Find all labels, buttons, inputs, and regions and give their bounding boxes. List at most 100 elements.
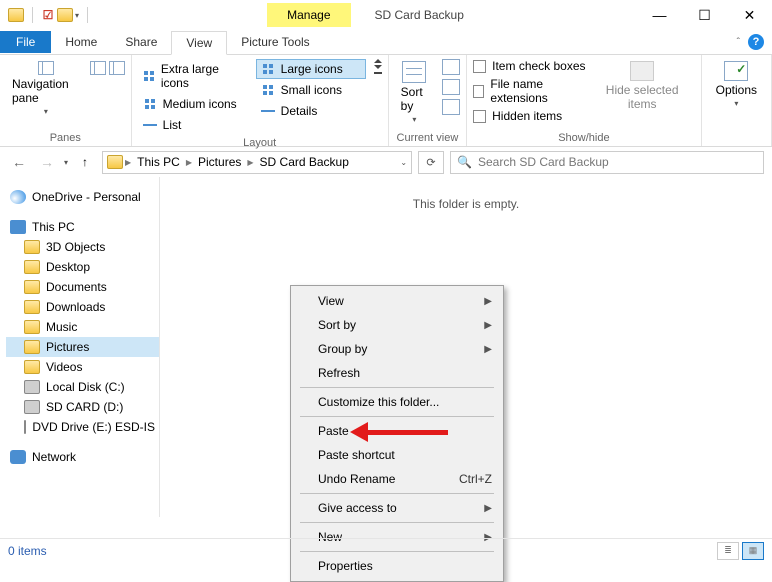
manage-tab[interactable]: Manage xyxy=(267,3,350,27)
folder-icon xyxy=(24,340,40,354)
group-label: Panes xyxy=(6,130,125,144)
hidden-items[interactable]: Hidden items xyxy=(473,109,586,123)
tab-share[interactable]: Share xyxy=(111,31,171,53)
crumb-this-pc[interactable]: This PC xyxy=(133,153,184,171)
submenu-arrow-icon: ▶ xyxy=(484,320,492,331)
ctx-refresh[interactable]: Refresh xyxy=(294,361,500,385)
refresh-button[interactable]: ⟳ xyxy=(418,151,444,174)
network-icon xyxy=(10,450,26,464)
sort-by-label: Sort by xyxy=(401,85,428,113)
crumb-current[interactable]: SD Card Backup xyxy=(256,153,353,171)
layout-small[interactable]: Small icons xyxy=(256,80,366,100)
group-options: ✓ Options ▾ xyxy=(702,55,772,146)
collapse-ribbon-icon[interactable]: ˆ xyxy=(737,37,740,48)
group-by-icon[interactable] xyxy=(442,59,460,75)
ctx-paste-shortcut[interactable]: Paste shortcut xyxy=(294,443,500,467)
ctx-customize[interactable]: Customize this folder... xyxy=(294,390,500,414)
tab-home[interactable]: Home xyxy=(51,31,111,53)
submenu-arrow-icon: ▶ xyxy=(484,296,492,307)
tree-sd-card[interactable]: SD CARD (D:) xyxy=(6,397,159,417)
help-icon[interactable]: ? xyxy=(748,34,764,50)
ctx-sort[interactable]: Sort by▶ xyxy=(294,313,500,337)
ctx-view[interactable]: View▶ xyxy=(294,289,500,313)
options-button[interactable]: ✓ Options ▾ xyxy=(708,59,765,110)
checkbox-icon xyxy=(473,60,486,73)
file-name-extensions[interactable]: File name extensions xyxy=(473,77,586,105)
tree-onedrive[interactable]: OneDrive - Personal xyxy=(6,187,159,207)
nav-tree[interactable]: OneDrive - Personal This PC 3D Objects D… xyxy=(0,177,160,517)
group-panes: Navigation pane ▾ Panes xyxy=(0,55,132,146)
drive-icon xyxy=(24,400,40,414)
ctx-paste[interactable]: Paste xyxy=(294,419,500,443)
maximize-button[interactable]: ☐ xyxy=(682,0,727,30)
minimize-button[interactable]: — xyxy=(637,0,682,30)
chevron-right-icon[interactable]: ▶ xyxy=(125,158,131,167)
tab-picture-tools[interactable]: Picture Tools xyxy=(227,31,323,53)
breadcrumb-box[interactable]: ▶ This PC ▶ Pictures ▶ SD Card Backup ⌄ xyxy=(102,151,412,174)
shortcut-text: Ctrl+Z xyxy=(459,472,492,486)
back-button[interactable]: ← xyxy=(8,151,30,173)
sort-icon xyxy=(402,61,426,83)
up-button[interactable]: ↑ xyxy=(74,151,96,173)
folder-icon xyxy=(107,155,123,169)
tree-network[interactable]: Network xyxy=(6,447,159,467)
tree-3d-objects[interactable]: 3D Objects xyxy=(6,237,159,257)
tree-music[interactable]: Music xyxy=(6,317,159,337)
preview-pane-icon[interactable] xyxy=(90,61,106,75)
crumb-pictures[interactable]: Pictures xyxy=(194,153,245,171)
tab-file[interactable]: File xyxy=(0,31,51,53)
tree-local-disk[interactable]: Local Disk (C:) xyxy=(6,377,159,397)
icons-view-toggle[interactable]: ▦ xyxy=(742,542,764,560)
layout-extra-large[interactable]: Extra large icons xyxy=(138,59,248,93)
chevron-right-icon[interactable]: ▶ xyxy=(247,158,253,167)
tree-this-pc[interactable]: This PC xyxy=(6,217,159,237)
add-columns-icon[interactable] xyxy=(442,79,460,95)
checkbox-icon xyxy=(473,110,486,123)
sort-by-button[interactable]: Sort by ▾ xyxy=(395,59,434,126)
breadcrumb-dropdown-icon[interactable]: ⌄ xyxy=(400,158,407,167)
layout-large[interactable]: Large icons xyxy=(256,59,366,79)
submenu-arrow-icon: ▶ xyxy=(484,344,492,355)
tree-pictures[interactable]: Pictures xyxy=(6,337,159,357)
layout-details[interactable]: Details xyxy=(256,101,366,121)
details-view-toggle[interactable]: ≣ xyxy=(717,542,739,560)
tabs-row: File Home Share View Picture Tools ˆ ? xyxy=(0,30,772,55)
group-label: Layout xyxy=(138,135,382,149)
chevron-right-icon[interactable]: ▶ xyxy=(186,158,192,167)
ctx-undo[interactable]: Undo RenameCtrl+Z xyxy=(294,467,500,491)
ribbon: Navigation pane ▾ Panes Extra large icon… xyxy=(0,55,772,147)
item-check-boxes[interactable]: Item check boxes xyxy=(473,59,586,73)
tab-view[interactable]: View xyxy=(171,31,227,55)
forward-button[interactable]: → xyxy=(36,151,58,173)
separator xyxy=(300,387,494,388)
qat-properties-icon[interactable]: ☑ xyxy=(41,8,55,22)
layout-medium[interactable]: Medium icons xyxy=(138,94,248,114)
checkbox-icon xyxy=(473,85,484,98)
ctx-give-access[interactable]: Give access to▶ xyxy=(294,496,500,520)
group-layout: Extra large icons Medium icons List Larg… xyxy=(132,55,389,146)
hide-icon xyxy=(630,61,654,81)
title-bar: ☑ ▾ Manage SD Card Backup — ☐ ✕ xyxy=(0,0,772,30)
tree-dvd-drive[interactable]: DVD Drive (E:) ESD-IS xyxy=(6,417,159,437)
layout-scroll[interactable] xyxy=(374,59,382,74)
qat-dropdown-icon[interactable]: ▾ xyxy=(75,11,79,20)
layout-list[interactable]: List xyxy=(138,115,248,135)
close-button[interactable]: ✕ xyxy=(727,0,772,30)
address-bar: ← → ▾ ↑ ▶ This PC ▶ Pictures ▶ SD Card B… xyxy=(0,147,772,177)
group-current-view: Sort by ▾ Current view xyxy=(389,55,467,146)
tree-videos[interactable]: Videos xyxy=(6,357,159,377)
tree-documents[interactable]: Documents xyxy=(6,277,159,297)
options-icon: ✓ xyxy=(724,61,748,81)
search-box[interactable]: 🔍 Search SD Card Backup xyxy=(450,151,764,174)
size-columns-icon[interactable] xyxy=(442,99,460,115)
qat-new-folder-icon[interactable] xyxy=(57,8,73,22)
details-pane-icon[interactable] xyxy=(109,61,125,75)
history-dropdown-icon[interactable]: ▾ xyxy=(64,158,68,167)
pc-icon xyxy=(10,220,26,234)
tree-desktop[interactable]: Desktop xyxy=(6,257,159,277)
ctx-group[interactable]: Group by▶ xyxy=(294,337,500,361)
folder-icon xyxy=(24,320,40,334)
tree-downloads[interactable]: Downloads xyxy=(6,297,159,317)
navigation-pane-button[interactable]: Navigation pane ▾ xyxy=(6,59,86,118)
options-label: Options xyxy=(716,83,757,97)
